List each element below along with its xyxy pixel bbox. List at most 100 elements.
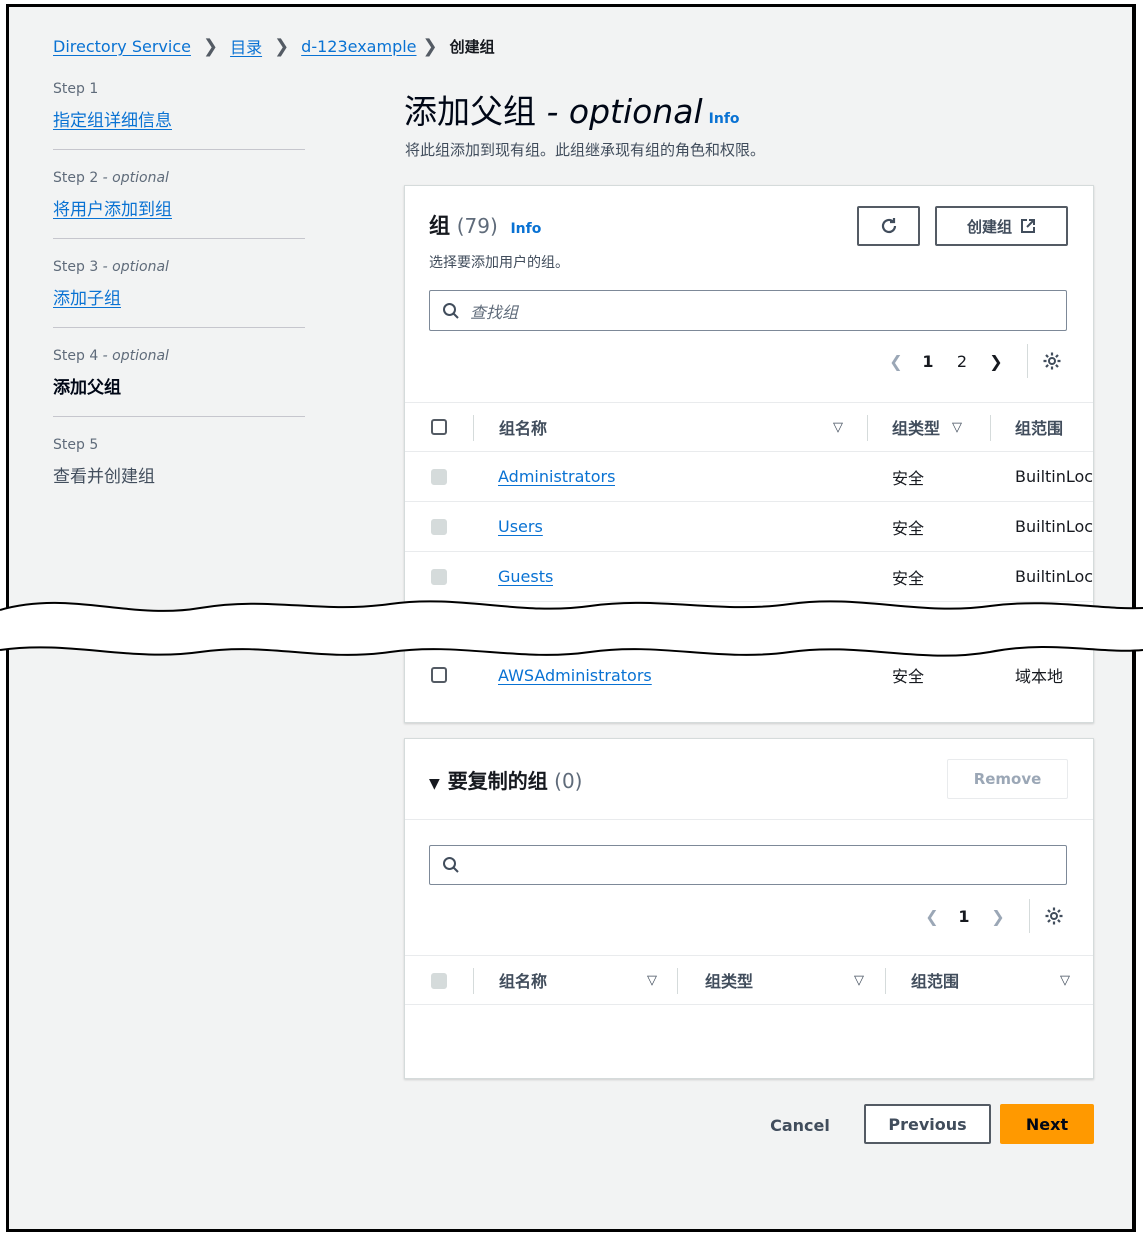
row-checkbox: [431, 569, 447, 585]
sort-icon[interactable]: ▽: [833, 403, 843, 451]
sort-icon[interactable]: ▽: [1060, 956, 1070, 1004]
page-title-text: 添加父组: [404, 92, 536, 131]
group-name-link[interactable]: Guests: [498, 567, 553, 586]
sort-icon[interactable]: ▽: [854, 956, 864, 1004]
copy-panel-count: (0): [554, 769, 583, 793]
step-3: Step 3 - optional 添加子组: [53, 259, 305, 328]
chevron-right-icon[interactable]: ❯: [979, 352, 1013, 371]
chevron-right-icon: ❯: [422, 35, 438, 57]
gear-icon[interactable]: [1042, 351, 1062, 371]
step-label: Step 3 - optional: [53, 259, 169, 275]
search-icon: [443, 302, 459, 319]
group-name-link[interactable]: Users: [498, 517, 543, 536]
column-header-scope[interactable]: 组范围: [1015, 403, 1063, 451]
breadcrumb: Directory Service ❯ 目录 ❯ d-123example ❯ …: [53, 33, 495, 59]
chevron-left-icon[interactable]: ❮: [917, 907, 947, 926]
step-1: Step 1 指定组详细信息: [53, 81, 305, 150]
column-divider: [885, 968, 886, 994]
breadcrumb-directory[interactable]: 目录: [230, 34, 262, 58]
page-2-button[interactable]: 2: [945, 352, 979, 371]
next-button[interactable]: Next: [1000, 1104, 1094, 1144]
sort-icon: ▽: [952, 419, 963, 435]
create-group-button[interactable]: 创建组: [935, 206, 1068, 246]
group-search-input[interactable]: 查找组: [429, 290, 1067, 331]
cancel-button[interactable]: Cancel: [755, 1105, 845, 1145]
select-all-checkbox[interactable]: [431, 419, 447, 435]
row-checkbox: [431, 519, 447, 535]
step-label: Step 4 - optional: [53, 348, 169, 364]
copy-panel-header[interactable]: ▼ 要复制的组 (0): [429, 765, 582, 794]
step-3-link[interactable]: 添加子组: [53, 289, 121, 309]
divider: [1027, 344, 1028, 378]
page-title-optional: - optional: [536, 92, 703, 131]
breadcrumb-current: 创建组: [449, 37, 495, 56]
groups-title: 组: [429, 214, 450, 238]
search-icon: [443, 857, 459, 873]
chevron-right-icon[interactable]: ❯: [981, 907, 1015, 926]
step-5: Step 5 查看并创建组: [53, 437, 305, 505]
step-1-link[interactable]: 指定组详细信息: [53, 111, 172, 131]
refresh-icon: [881, 218, 896, 234]
column-divider: [677, 968, 678, 994]
step-2-link[interactable]: 将用户添加到组: [53, 200, 172, 220]
column-divider: [867, 415, 868, 441]
step-label: Step 5: [53, 437, 99, 453]
page-1-button[interactable]: 1: [947, 907, 981, 926]
copy-pagination: ❮ 1 ❯: [917, 899, 1064, 933]
groups-table-header: 组名称 ▽ 组类型 ▽ 组范围: [405, 402, 1093, 452]
groups-info-link[interactable]: Info: [510, 221, 541, 237]
step-4: Step 4 - optional 添加父组: [53, 348, 305, 417]
groups-header: 组 (79) Info: [429, 210, 541, 240]
groups-pagination: ❮ 1 2 ❯: [881, 344, 1062, 378]
group-name-link[interactable]: Administrators: [498, 467, 615, 486]
page-description: 将此组添加到现有组。此组继承现有组的角色和权限。: [405, 141, 766, 159]
groups-subtitle: 选择要添加用户的组。: [429, 255, 569, 271]
copy-search-input[interactable]: [429, 845, 1067, 885]
breadcrumb-directory-service[interactable]: Directory Service: [53, 37, 191, 56]
column-header-type[interactable]: 组类型: [705, 956, 753, 1004]
group-scope: BuiltinLocal: [1015, 517, 1094, 536]
step-label: Step 1: [53, 81, 99, 97]
row-checkbox: [431, 469, 447, 485]
column-header-name[interactable]: 组名称: [499, 403, 547, 451]
step-5-title: 查看并创建组: [53, 467, 155, 487]
step-2: Step 2 - optional 将用户添加到组: [53, 170, 305, 239]
page-break-overlay: [0, 600, 1143, 657]
divider: [1029, 899, 1030, 933]
step-4-current: 添加父组: [53, 378, 121, 398]
page-1-button[interactable]: 1: [911, 352, 945, 371]
divider: [405, 819, 1093, 820]
step-label: Step 2 - optional: [53, 170, 169, 186]
column-header-name[interactable]: 组名称: [499, 956, 547, 1004]
sort-icon[interactable]: ▽: [647, 956, 657, 1004]
breadcrumb-directory-id[interactable]: d-123example: [301, 37, 416, 56]
chevron-right-icon: ❯: [274, 35, 290, 57]
remove-button[interactable]: Remove: [947, 759, 1068, 799]
info-link[interactable]: Info: [709, 111, 740, 127]
copy-panel-title: 要复制的组: [447, 769, 548, 793]
column-divider: [473, 415, 474, 441]
column-header-type-label: 组类型: [892, 419, 941, 438]
column-divider: [990, 415, 991, 441]
column-divider: [473, 968, 474, 994]
chevron-right-icon: ❯: [202, 35, 219, 57]
groups-to-copy-panel: ▼ 要复制的组 (0) Remove ❮ 1 ❯ 组名称 ▽ 组类型 ▽ 组范围 …: [404, 738, 1094, 1079]
groups-count: (79): [456, 214, 498, 238]
group-type: 安全: [892, 468, 925, 488]
page-title: 添加父组 - optional Info: [404, 85, 740, 133]
create-group-label: 创建组: [966, 217, 1012, 236]
chevron-left-icon[interactable]: ❮: [881, 352, 911, 371]
table-row: Administrators 安全 BuiltinLocal: [405, 452, 1093, 502]
select-all-checkbox: [431, 973, 447, 989]
table-row: Users 安全 BuiltinLocal: [405, 502, 1093, 552]
column-header-type[interactable]: 组类型 ▽: [892, 403, 962, 451]
gear-icon[interactable]: [1044, 906, 1064, 926]
external-link-icon: [1021, 219, 1035, 233]
refresh-button[interactable]: [857, 206, 920, 246]
column-header-scope[interactable]: 组范围: [911, 956, 959, 1004]
previous-button[interactable]: Previous: [864, 1104, 991, 1144]
search-placeholder: 查找组: [470, 302, 519, 322]
group-type: 安全: [892, 518, 925, 538]
copy-table-header: 组名称 ▽ 组类型 ▽ 组范围 ▽: [405, 955, 1093, 1005]
caret-down-icon: ▼: [429, 776, 440, 792]
